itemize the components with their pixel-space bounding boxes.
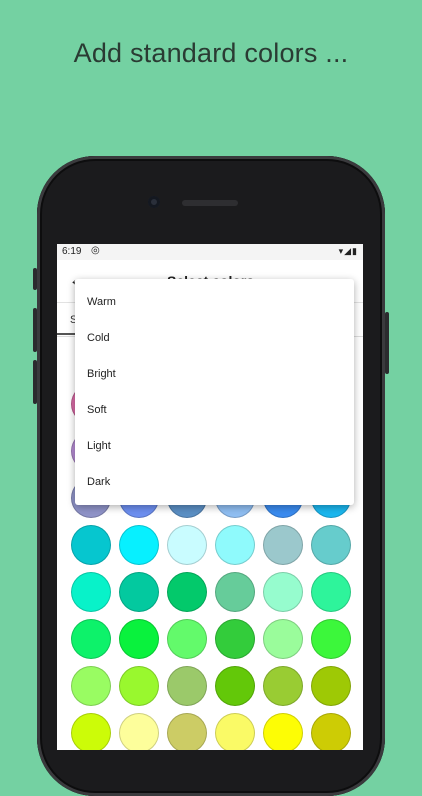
menu-item-warm[interactable]: Warm — [75, 284, 354, 320]
signal-battery-icon: ▾◢▮ — [338, 246, 358, 256]
camera-icon — [148, 196, 160, 208]
color-swatch[interactable] — [311, 572, 351, 612]
color-swatch[interactable] — [215, 666, 255, 706]
promo-title: Add standard colors ... — [73, 38, 349, 68]
color-swatch[interactable] — [215, 713, 255, 750]
color-swatch[interactable] — [215, 525, 255, 565]
speaker-grille — [182, 200, 238, 206]
color-swatch[interactable] — [71, 666, 111, 706]
color-swatch[interactable] — [71, 619, 111, 659]
color-swatch[interactable] — [311, 666, 351, 706]
color-swatch[interactable] — [71, 525, 111, 565]
menu-item-bright[interactable]: Bright — [75, 356, 354, 392]
color-swatch[interactable] — [263, 666, 303, 706]
status-bar: 6:19 ◎ ▾◢▮ — [57, 244, 363, 260]
color-swatch[interactable] — [167, 713, 207, 750]
color-swatch[interactable] — [311, 619, 351, 659]
menu-item-cold[interactable]: Cold — [75, 320, 354, 356]
menu-item-dark[interactable]: Dark — [75, 464, 354, 500]
color-swatch[interactable] — [263, 713, 303, 750]
swatch-row — [71, 525, 355, 572]
color-swatch[interactable] — [311, 525, 351, 565]
phone-side-button — [385, 312, 389, 374]
color-swatch[interactable] — [167, 666, 207, 706]
menu-item-light[interactable]: Light — [75, 428, 354, 464]
color-swatch[interactable] — [263, 619, 303, 659]
color-swatch[interactable] — [119, 666, 159, 706]
sync-icon: ◎ — [91, 245, 100, 256]
color-swatch[interactable] — [263, 572, 303, 612]
color-swatch[interactable] — [71, 572, 111, 612]
color-swatch[interactable] — [311, 713, 351, 750]
color-swatch[interactable] — [119, 619, 159, 659]
status-time: 6:19 — [62, 246, 82, 257]
swatch-row — [71, 619, 355, 666]
color-swatch[interactable] — [119, 525, 159, 565]
swatch-row — [71, 666, 355, 713]
color-category-menu: Warm Cold Bright Soft Light Dark — [75, 279, 354, 505]
swatch-row — [71, 572, 355, 619]
swatch-row — [71, 713, 355, 750]
color-swatch[interactable] — [71, 713, 111, 750]
color-swatch[interactable] — [215, 619, 255, 659]
color-swatch[interactable] — [167, 572, 207, 612]
color-swatch[interactable] — [263, 525, 303, 565]
color-swatch[interactable] — [167, 525, 207, 565]
menu-item-soft[interactable]: Soft — [75, 392, 354, 428]
color-swatch[interactable] — [119, 713, 159, 750]
color-swatch[interactable] — [215, 572, 255, 612]
color-swatch[interactable] — [119, 572, 159, 612]
color-swatch[interactable] — [167, 619, 207, 659]
